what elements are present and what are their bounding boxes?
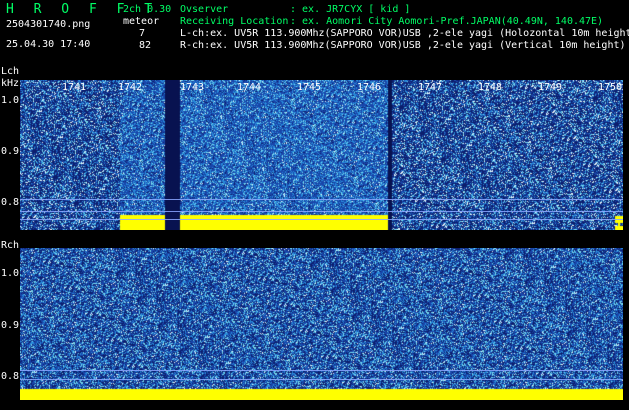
observer-value: : ex. JR7CYX [ kid ] (290, 4, 411, 15)
time-tick-1742: 1742 (118, 82, 143, 93)
rch-label: Rch (1, 240, 20, 251)
rch-guide-line (20, 370, 623, 371)
time-tick-1748: 1748 (478, 82, 503, 93)
lch-guide-line (20, 211, 623, 212)
rch-spectrogram (20, 248, 623, 400)
location-value: : ex. Aomori City Aomori-Pref.JAPAN(40.4… (290, 16, 604, 27)
time-tick-1741: 1741 (62, 82, 87, 93)
lch-guide-line (20, 219, 623, 220)
time-tick-1743: 1743 (180, 82, 205, 93)
lch-ytick-2: 0.9 (1, 146, 20, 157)
file-name: 2504301740.png (6, 19, 91, 30)
time-tick-1744: 1744 (237, 82, 262, 93)
lch-guide-line (20, 199, 623, 200)
rch-guide-line (20, 379, 623, 380)
time-tick-1750: 1750 (598, 82, 623, 93)
meteor-label: meteor (123, 16, 160, 27)
observer-label: Ovserver (180, 4, 229, 15)
location-label: Receiving Location (180, 16, 289, 27)
time-tick-1745: 1745 (297, 82, 322, 93)
time-tick-1749: 1749 (538, 82, 563, 93)
channels-label: 2ch 0.30 (123, 4, 172, 15)
lch-ytick-3: 0.8 (1, 197, 20, 208)
rch-ytick-2: 0.9 (1, 320, 20, 331)
lch-info: L-ch:ex. UV5R 113.900Mhz(SAPPORO VOR)USB… (180, 28, 629, 39)
time-tick-1746: 1746 (357, 82, 382, 93)
rch-ytick-1: 1.0 (1, 268, 20, 279)
lch-ytick-1: 1.0 (1, 95, 20, 106)
lch-label: Lch (1, 66, 20, 77)
lch-spectrogram (20, 80, 623, 230)
rch-meteor-count: 82 (139, 40, 152, 51)
rch-ytick-3: 0.8 (1, 371, 20, 382)
lch-unit: kHz (1, 78, 20, 89)
lch-meteor-count: 7 (139, 28, 146, 39)
time-tick-1747: 1747 (418, 82, 443, 93)
rch-info: R-ch:ex. UV5R 113.900Mhz(SAPPORO VOR)USB… (180, 40, 626, 51)
date-time: 25.04.30 17:40 (6, 39, 91, 50)
